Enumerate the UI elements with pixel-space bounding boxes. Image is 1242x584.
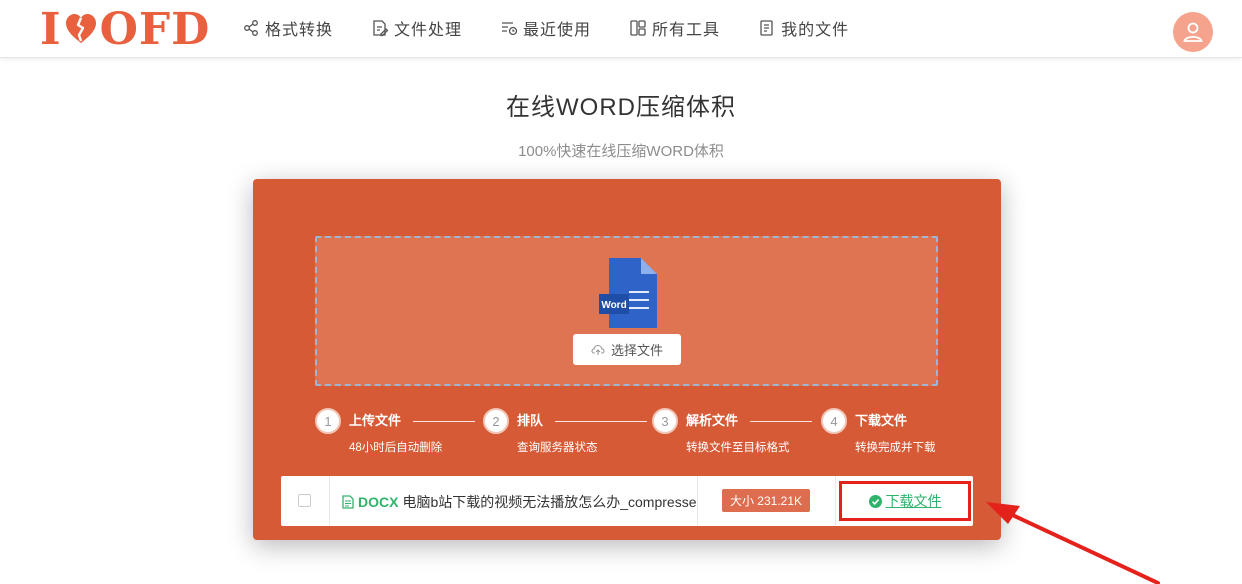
broken-heart-icon — [65, 14, 96, 43]
compress-panel: Word 选择文件 1 上传文件 48小时后自动删除 2 排队 查询服务器状态 … — [253, 179, 1001, 540]
nav-format-convert[interactable]: 格式转换 — [242, 16, 333, 40]
file-edit-icon — [373, 20, 389, 37]
step-upload: 1 上传文件 48小时后自动删除 — [315, 406, 483, 466]
word-icon-label: Word — [601, 300, 626, 311]
step-desc: 查询服务器状态 — [517, 442, 598, 454]
tools-grid-icon — [630, 20, 646, 36]
nav-label: 最近使用 — [523, 22, 592, 39]
step-connector — [750, 421, 812, 422]
step-number: 4 — [821, 408, 847, 434]
file-extension: DOCX — [358, 494, 399, 510]
nav-all-tools[interactable]: 所有工具 — [629, 16, 720, 40]
logo-text-ofd: OFD — [99, 3, 211, 55]
step-queue: 2 排队 查询服务器状态 — [483, 406, 651, 466]
step-desc: 转换完成并下载 — [855, 442, 936, 454]
file-dropzone[interactable]: Word 选择文件 — [315, 236, 938, 386]
document-list-icon — [760, 20, 773, 36]
step-number: 1 — [315, 408, 341, 434]
check-circle-icon — [868, 494, 882, 508]
nav-label: 格式转换 — [265, 22, 334, 39]
main-nav: 格式转换 文件处理 最近使用 所有工具 我的文件 — [242, 0, 887, 56]
file-text-icon — [342, 495, 354, 509]
nav-label: 我的文件 — [781, 22, 850, 39]
step-download: 4 下载文件 转换完成并下载 — [821, 406, 955, 466]
step-desc: 48小时后自动删除 — [349, 442, 443, 454]
step-parse: 3 解析文件 转换文件至目标格式 — [652, 406, 820, 466]
column-divider — [329, 476, 330, 526]
step-number: 2 — [483, 408, 509, 434]
logo-letter-i: I — [40, 3, 62, 55]
download-file-link[interactable]: 下载文件 — [868, 491, 942, 511]
nav-label: 文件处理 — [394, 22, 463, 39]
user-icon — [1183, 22, 1203, 42]
step-title: 下载文件 — [855, 413, 908, 428]
file-select-checkbox[interactable] — [298, 494, 311, 507]
nav-recent-used[interactable]: 最近使用 — [500, 16, 591, 40]
progress-steps: 1 上传文件 48小时后自动删除 2 排队 查询服务器状态 3 解析文件 转换文… — [315, 406, 955, 466]
word-document-icon: Word — [599, 258, 657, 328]
choose-file-label: 选择文件 — [610, 343, 663, 358]
file-row: DOCX 电脑b站下载的视频无法播放怎么办_compresse 大小 231.2… — [281, 476, 973, 526]
nav-my-files[interactable]: 我的文件 — [758, 16, 849, 40]
step-title: 解析文件 — [686, 413, 739, 428]
download-highlight-box[interactable]: 下载文件 — [839, 481, 971, 521]
nav-file-process[interactable]: 文件处理 — [371, 16, 462, 40]
step-title: 上传文件 — [349, 413, 402, 428]
page-title: 在线WORD压缩体积 — [506, 94, 736, 121]
user-avatar-button[interactable] — [1173, 12, 1213, 52]
step-desc: 转换文件至目标格式 — [686, 442, 790, 454]
nav-label: 所有工具 — [652, 22, 721, 39]
top-navigation-bar: I OFD 格式转换 文件处理 最近使用 所有工具 我的文件 — [0, 0, 1242, 58]
page-subtitle: 100%快速在线压缩WORD体积 — [518, 143, 724, 160]
column-divider — [835, 476, 836, 526]
download-label: 下载文件 — [885, 493, 942, 509]
column-divider — [697, 476, 698, 526]
share-nodes-icon — [244, 20, 258, 36]
choose-file-button[interactable]: 选择文件 — [573, 334, 681, 365]
cloud-upload-icon — [591, 344, 605, 355]
step-title: 排队 — [517, 413, 544, 428]
file-name: 电脑b站下载的视频无法播放怎么办_compresse — [402, 494, 697, 510]
site-logo[interactable]: I OFD — [40, 3, 211, 55]
file-size-badge: 大小 231.21K — [722, 489, 810, 512]
recent-list-icon — [502, 22, 518, 36]
step-connector — [555, 421, 647, 422]
step-number: 3 — [652, 408, 678, 434]
step-connector — [413, 421, 475, 422]
red-arrow-annotation — [986, 502, 1160, 584]
file-name-cell: DOCX 电脑b站下载的视频无法播放怎么办_compresse — [342, 492, 697, 512]
